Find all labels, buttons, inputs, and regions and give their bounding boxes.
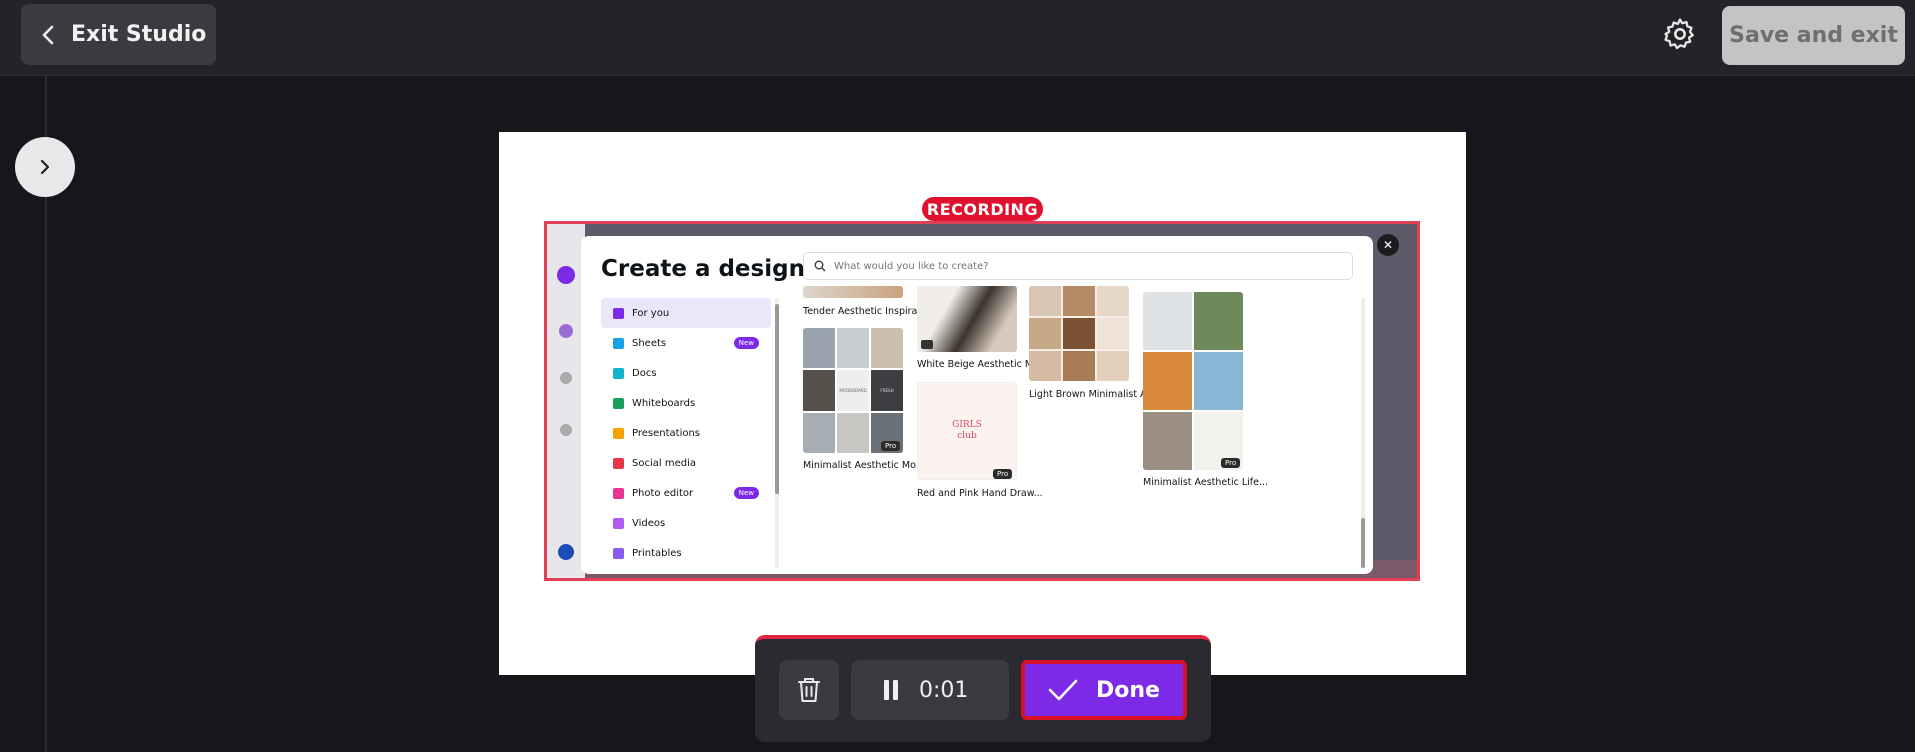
save-and-exit-button[interactable]: Save and exit [1722,6,1905,65]
menu-item-label: Printables [632,547,682,559]
whiteboard-icon [613,397,624,409]
template-caption: Red and Pink Hand Draw... [917,488,1043,499]
search-icon [814,260,826,272]
heart-icon [613,457,624,469]
presentation-icon [613,427,624,439]
menu-scrollbar[interactable] [775,298,779,568]
sparkle-icon [613,307,624,319]
template-thumbnail[interactable] [1143,292,1243,470]
template-caption: Minimalist Aesthetic Mo... [803,460,925,471]
menu-item-whiteboards[interactable]: Whiteboards [601,388,771,418]
pause-icon[interactable] [883,679,899,701]
gear-icon[interactable] [1663,17,1697,51]
pro-badge: Pro [881,441,901,451]
recording-controls: 0:01 Done [755,635,1211,742]
trash-icon [798,678,820,702]
menu-item-photo-editor[interactable]: Photo editor New [601,478,771,508]
menu-item-label: Presentations [632,427,701,439]
expand-panel-button[interactable] [15,137,75,197]
sheets-icon [613,337,624,349]
menu-item-label: Whiteboards [632,397,696,409]
template-caption: Tender Aesthetic Inspira... [803,306,927,317]
camera-icon [613,487,624,499]
new-badge: New [733,487,759,499]
design-type-menu: For you Sheets New Docs Whiteboards Pres… [601,298,771,568]
create-design-modal: Create a design For you Sheets New Docs … [581,236,1373,574]
menu-item-label: For you [632,307,670,319]
girls-club-text: GIRLS club [952,420,982,441]
template-caption: Minimalist Aesthetic Life... [1143,477,1269,488]
menu-item-videos[interactable]: Videos [601,508,771,538]
template-caption: Light Brown Minimalist A... [1029,389,1156,400]
done-button[interactable]: Done [1021,660,1187,720]
background-app-sidebar [547,224,585,578]
recording-badge: RECORDING [922,197,1043,221]
exit-studio-label: Exit Studio [71,22,207,47]
menu-item-docs[interactable]: Docs [601,358,771,388]
template-thumbnail[interactable] [803,286,903,298]
chevron-right-icon [40,159,50,175]
elapsed-time: 0:01 [919,677,969,703]
template-thumbnail[interactable]: MOODBOARD FRESH [803,328,903,453]
top-bar: Exit Studio Save and exit [0,0,1915,76]
menu-item-label: Sheets [632,337,667,349]
moodboard-text: MOODBOARD [837,370,869,411]
recording-frame: Create a design For you Sheets New Docs … [544,221,1420,581]
menu-item-social-media[interactable]: Social media [601,448,771,478]
template-thumbnail[interactable]: GIRLS club [917,382,1017,480]
menu-item-presentations[interactable]: Presentations [601,418,771,448]
chevron-left-icon [42,25,54,44]
fresh-text: FRESH [871,370,903,411]
video-icon [613,517,624,529]
play-icon [921,340,933,349]
done-label: Done [1096,677,1160,703]
printer-icon [613,547,624,559]
design-search[interactable] [803,252,1353,280]
pro-badge: Pro [1221,458,1241,468]
modal-title: Create a design [601,256,805,282]
menu-item-printables[interactable]: Printables [601,538,771,568]
exit-studio-button[interactable]: Exit Studio [21,4,216,65]
menu-item-label: Videos [632,517,666,529]
recording-timer: 0:01 [851,660,1009,720]
docs-icon [613,367,624,379]
menu-item-label: Photo editor [632,487,694,499]
close-icon[interactable]: ✕ [1377,234,1399,256]
new-badge: New [733,337,759,349]
checkmark-icon [1048,679,1078,701]
template-thumbnail[interactable] [1029,286,1129,381]
pro-badge: Pro [993,469,1013,479]
menu-item-for-you[interactable]: For you [601,298,771,328]
menu-item-sheets[interactable]: Sheets New [601,328,771,358]
menu-item-label: Docs [632,367,657,379]
design-search-input[interactable] [834,260,1314,272]
templates-scrollbar[interactable] [1361,298,1365,568]
menu-item-label: Social media [632,457,696,469]
template-caption: White Beige Aesthetic Mi... [917,359,1045,370]
delete-recording-button[interactable] [779,660,839,720]
